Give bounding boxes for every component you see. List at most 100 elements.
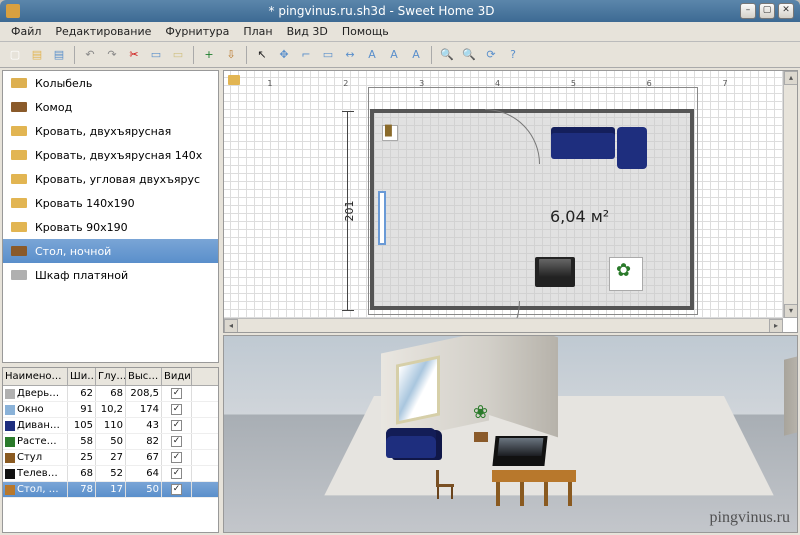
- catalog-item[interactable]: Кровать, двухъярусная 140x: [3, 143, 218, 167]
- scroll-right-icon[interactable]: ▸: [769, 319, 783, 333]
- table-row[interactable]: Стул252767: [3, 450, 218, 466]
- scroll-up-icon[interactable]: ▴: [784, 71, 798, 85]
- room-area-label: 6,04 м²: [550, 207, 609, 226]
- close-button[interactable]: ✕: [778, 3, 794, 19]
- dimension-tool[interactable]: ↔: [340, 45, 360, 65]
- undo[interactable]: ↶: [80, 45, 100, 65]
- open-file[interactable]: ▤: [27, 45, 47, 65]
- room-tool[interactable]: ▭: [318, 45, 338, 65]
- furniture-sofa-2d[interactable]: [551, 127, 647, 171]
- zoom-in[interactable]: 🔍: [437, 45, 457, 65]
- catalog-item-label: Кровать, угловая двухъярус: [35, 173, 200, 186]
- furniture-icon: [9, 243, 29, 259]
- copy[interactable]: ▭: [146, 45, 166, 65]
- table-row[interactable]: Стол, …781750: [3, 482, 218, 498]
- furniture-icon: [9, 195, 29, 211]
- catalog-item-label: Кровать, двухъярусная 140x: [35, 149, 202, 162]
- pan[interactable]: ✥: [274, 45, 294, 65]
- catalog-item[interactable]: Кровать 140x190: [3, 191, 218, 215]
- titlebar: * pingvinus.ru.sh3d - Sweet Home 3D – ▢ …: [0, 0, 800, 22]
- furniture-icon: [9, 99, 29, 115]
- catalog-item[interactable]: Колыбель: [3, 71, 218, 95]
- furniture-icon: [9, 123, 29, 139]
- catalog-item[interactable]: Шкаф платяной: [3, 263, 218, 287]
- furniture-catalog[interactable]: Колыбель Комод Кровать, двухъярусная Кроват…: [2, 70, 219, 363]
- catalog-item-label: Кровать 90x190: [35, 221, 128, 234]
- furniture-icon: [9, 147, 29, 163]
- menu-plan[interactable]: План: [236, 23, 279, 40]
- furniture-table[interactable]: Наимено…Ши…Глу…Выс…Видим…Дверь…6268208,5…: [2, 367, 219, 533]
- maximize-button[interactable]: ▢: [759, 3, 775, 19]
- catalog-item[interactable]: Стол, ночной: [3, 239, 218, 263]
- text-tool[interactable]: A: [362, 45, 382, 65]
- plan-2d[interactable]: 1234567 6,04 м² 201 ◂ ▸: [223, 70, 798, 333]
- dimension-vertical[interactable]: 201: [342, 111, 354, 311]
- mirror-3d: [396, 355, 440, 424]
- catalog-item-label: Кровать 140x190: [35, 197, 135, 210]
- visibility-checkbox[interactable]: [171, 420, 182, 431]
- visibility-checkbox[interactable]: [171, 388, 182, 399]
- furniture-icon: [9, 267, 29, 283]
- tv-3d: [492, 436, 547, 466]
- toolbar: ▢▤▤↶↷✂▭▭+⇩↖✥⌐▭↔AAA🔍🔍⟳?: [0, 42, 800, 68]
- text-bold[interactable]: A: [384, 45, 404, 65]
- paste[interactable]: ▭: [168, 45, 188, 65]
- menu-file[interactable]: Файл: [4, 23, 48, 40]
- app-icon: [6, 4, 20, 18]
- zoom-out[interactable]: 🔍: [459, 45, 479, 65]
- scroll-left-icon[interactable]: ◂: [224, 319, 238, 333]
- visibility-checkbox[interactable]: [171, 452, 182, 463]
- plant-3d: ❀: [470, 402, 494, 442]
- new-file[interactable]: ▢: [5, 45, 25, 65]
- visibility-checkbox[interactable]: [171, 468, 182, 479]
- catalog-item[interactable]: Комод: [3, 95, 218, 119]
- scroll-down-icon[interactable]: ▾: [784, 304, 798, 318]
- catalog-item[interactable]: Кровать, двухъярусная: [3, 119, 218, 143]
- catalog-item-label: Кровать, двухъярусная: [35, 125, 171, 138]
- table-row[interactable]: Расте…585082: [3, 434, 218, 450]
- watermark: pingvinus.ru: [710, 509, 790, 527]
- catalog-item-label: Шкаф платяной: [35, 269, 128, 282]
- menu-help[interactable]: Помощь: [335, 23, 396, 40]
- menu-view3d[interactable]: Вид 3D: [280, 23, 335, 40]
- catalog-item[interactable]: Кровать 90x190: [3, 215, 218, 239]
- table-row[interactable]: Диван…10511043: [3, 418, 218, 434]
- furniture-icon: [9, 75, 29, 91]
- pointer[interactable]: ↖: [252, 45, 272, 65]
- menubar: Файл Редактирование Фурнитура План Вид 3…: [0, 22, 800, 42]
- catalog-item-label: Комод: [35, 101, 72, 114]
- menu-furniture[interactable]: Фурнитура: [158, 23, 236, 40]
- visibility-checkbox[interactable]: [171, 484, 182, 495]
- chair-3d: [436, 470, 454, 500]
- visibility-checkbox[interactable]: [171, 436, 182, 447]
- furniture-icon: [9, 171, 29, 187]
- insert-furniture[interactable]: +: [199, 45, 219, 65]
- menu-edit[interactable]: Редактирование: [48, 23, 158, 40]
- help[interactable]: ?: [503, 45, 523, 65]
- view-rotate[interactable]: ⟳: [481, 45, 501, 65]
- window-title: * pingvinus.ru.sh3d - Sweet Home 3D: [26, 4, 737, 18]
- minimize-button[interactable]: –: [740, 3, 756, 19]
- furniture-window-2d[interactable]: [378, 191, 386, 245]
- redo[interactable]: ↷: [102, 45, 122, 65]
- catalog-item[interactable]: Кровать, угловая двухъярус: [3, 167, 218, 191]
- furniture-plant-2d[interactable]: [609, 257, 643, 291]
- table-row[interactable]: Дверь…6268208,5: [3, 386, 218, 402]
- save-file[interactable]: ▤: [49, 45, 69, 65]
- plan-scrollbar-h[interactable]: ◂ ▸: [224, 318, 783, 332]
- plan-scrollbar-v[interactable]: ▴ ▾: [783, 71, 797, 318]
- furniture-chair-2d[interactable]: [382, 125, 398, 141]
- import[interactable]: ⇩: [221, 45, 241, 65]
- visibility-checkbox[interactable]: [171, 404, 182, 415]
- catalog-item-label: Колыбель: [35, 77, 92, 90]
- table-row[interactable]: Телев…685264: [3, 466, 218, 482]
- table-3d: [492, 470, 576, 482]
- view-3d[interactable]: ❀: [223, 335, 798, 533]
- catalog-item-label: Стол, ночной: [35, 245, 111, 258]
- table-row[interactable]: Окно9110,2174: [3, 402, 218, 418]
- cut[interactable]: ✂: [124, 45, 144, 65]
- text-italic[interactable]: A: [406, 45, 426, 65]
- table-header[interactable]: Наимено…Ши…Глу…Выс…Видим…: [3, 368, 218, 386]
- wall-tool[interactable]: ⌐: [296, 45, 316, 65]
- furniture-tv-2d[interactable]: [535, 257, 575, 287]
